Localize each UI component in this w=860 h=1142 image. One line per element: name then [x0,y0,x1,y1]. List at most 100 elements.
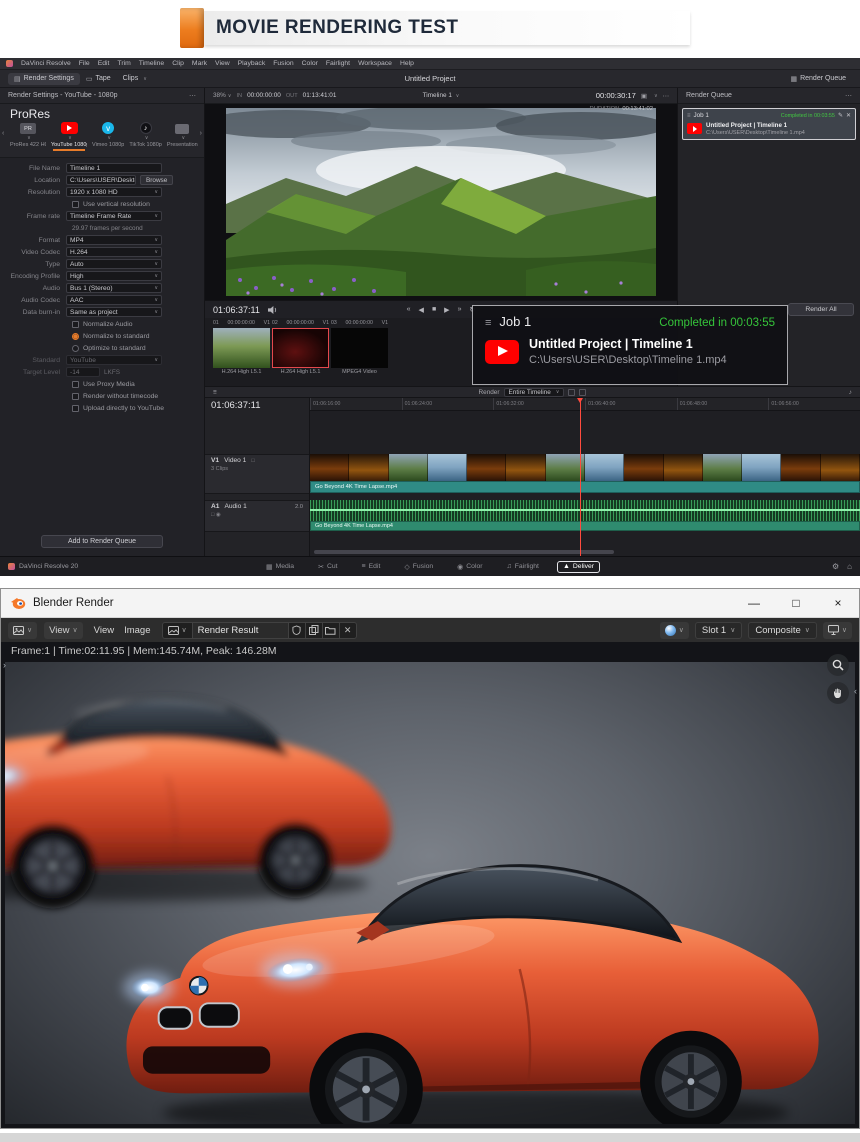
open-image-icon[interactable] [322,623,339,638]
fake-user-icon[interactable] [288,623,305,638]
type-select[interactable]: Auto∨ [66,259,162,269]
render-job-card[interactable]: ≡ Job 1 Completed in 00:03:55 ✎ ✕ Untitl… [682,108,856,140]
preset-tiktok-1080p[interactable]: ♪∨TikTok 1080p [129,122,162,151]
chevron-left-icon[interactable]: ‹ [2,130,4,137]
panel-toggle-left-icon[interactable]: › [3,660,6,670]
browse-image-button[interactable]: ∨ [163,623,192,638]
zoom-tool-icon[interactable] [827,654,849,676]
check-icon[interactable] [72,201,79,208]
lock-icon[interactable]: □ [251,458,254,464]
check-icon[interactable] [72,381,79,388]
menu-item-mark[interactable]: Mark [192,60,207,67]
file-name-input[interactable]: Timeline 1 [66,163,162,173]
menu-item-trim[interactable]: Trim [117,60,130,67]
menu-image[interactable]: Image [120,624,154,637]
mark-out-button[interactable] [579,389,586,396]
use-vertical-resolution-check[interactable]: Use vertical resolution [72,201,150,208]
target-level-input[interactable]: -14 [66,367,100,377]
edit-job-icon[interactable]: ✎ [838,112,843,119]
play-button[interactable]: ▶ [444,306,449,314]
clips-button[interactable]: Clips ∨ [117,73,153,84]
pan-hand-icon[interactable] [827,682,849,704]
menu-item-file[interactable]: File [79,60,90,67]
menu-item-davinci-resolve[interactable]: DaVinci Resolve [21,60,71,67]
video-clip-lane[interactable]: Go Beyond 4K Time Lapse.mp4 [310,454,860,494]
settings-gear-icon[interactable]: ⚙ [832,562,839,571]
browse-button[interactable]: Browse [140,175,173,185]
encoding-profile-select[interactable]: High∨ [66,271,162,281]
render-queue-button[interactable]: ▦ Render Queue [784,73,852,85]
format-select[interactable]: MP4∨ [66,235,162,245]
slot-select[interactable]: Slot 1 ∨ [695,622,742,639]
radio-icon[interactable] [72,333,79,340]
menu-item-help[interactable]: Help [400,60,414,67]
render-range-select[interactable]: Entire Timeline ∨ [504,388,565,397]
audio-select[interactable]: Bus 1 (Stereo)∨ [66,283,162,293]
menu-view[interactable]: View [90,624,118,637]
normalize-audio-check[interactable]: Normalize Audio [72,321,133,328]
mute-icon[interactable]: ◉ [216,512,221,518]
audio-clip-lane[interactable]: Go Beyond 4K Time Lapse.mp4 [310,500,860,532]
standard-select[interactable]: YouTube∨ [66,355,162,365]
render-all-button[interactable]: Render All [788,303,854,316]
nav-item-deliver[interactable]: ▲Deliver [557,561,600,573]
timeline-ruler[interactable]: 01:06:16:0001:06:24:0001:06:32:0001:06:4… [310,398,860,411]
preset-youtube-1080p[interactable]: ∨YouTube 1080p [51,122,87,151]
nav-item-cut[interactable]: ✂Cut [312,561,343,573]
lock-icon[interactable]: □ [211,512,214,518]
home-icon[interactable]: ⌂ [847,562,852,571]
playhead[interactable] [580,398,581,556]
video-clip-name[interactable]: Go Beyond 4K Time Lapse.mp4 [310,481,860,493]
clip-thumbnail-selected[interactable] [272,328,329,368]
audio-clip-name[interactable]: Go Beyond 4K Time Lapse.mp4 [310,521,860,531]
audio-track-header[interactable]: A1 Audio 1 2.0 □ ◉ [205,500,309,532]
add-to-render-queue-button[interactable]: Add to Render Queue [41,535,163,548]
timeline-tracks[interactable]: 01:06:16:0001:06:24:0001:06:32:0001:06:4… [310,398,860,556]
optimize-to-standard-radio[interactable]: Optimize to standard [72,345,146,352]
stop-button[interactable]: ■ [432,306,436,314]
viewer-options-icon[interactable]: ⋯ [663,92,669,100]
menu-item-color[interactable]: Color [302,60,318,67]
location-input[interactable]: C:\Users\USER\Desktop [66,175,136,185]
view-mode-select[interactable]: View ∨ [44,622,83,639]
maximize-button[interactable]: □ [775,589,817,617]
go-end-button[interactable]: » [458,306,462,314]
nav-item-color[interactable]: ◉Color [451,561,488,573]
menu-item-playback[interactable]: Playback [238,60,266,67]
render-settings-button[interactable]: ▤ Render Settings [8,73,80,85]
minimize-button[interactable]: — [733,589,775,617]
blender-titlebar[interactable]: Blender Render — □ × [1,589,859,618]
check-icon[interactable] [72,393,79,400]
editor-type-select[interactable]: ∨ [8,622,37,639]
menu-item-timeline[interactable]: Timeline [139,60,164,67]
render-without-timecode-check[interactable]: Render without timecode [72,393,158,400]
menu-item-view[interactable]: View [215,60,230,67]
nav-item-fairlight[interactable]: ♫Fairlight [501,561,545,573]
delete-job-icon[interactable]: ✕ [846,112,851,119]
display-select[interactable]: ∨ [823,622,852,639]
frame-rate-select[interactable]: Timeline Frame Rate∨ [66,211,162,221]
preset-prores-422-hq[interactable]: PR∨ProRes 422 HQ [10,123,46,151]
resolution-select[interactable]: 1920 x 1080 HD∨ [66,187,162,197]
menu-item-edit[interactable]: Edit [98,60,110,67]
use-proxy-media-check[interactable]: Use Proxy Media [72,381,135,388]
clip-thumbnail[interactable] [331,328,388,368]
nav-item-fusion[interactable]: ◇Fusion [398,561,439,573]
go-start-button[interactable]: « [407,306,411,314]
data-burn-in-select[interactable]: Same as project∨ [66,307,162,317]
step-back-button[interactable]: ◀ [419,306,424,314]
menu-item-fusion[interactable]: Fusion [273,60,293,67]
normalize-to-standard-radio[interactable]: Normalize to standard [72,333,150,340]
wipe-icon[interactable]: ▣ [641,92,647,100]
mark-in-button[interactable] [568,389,575,396]
chevron-right-icon[interactable]: › [200,130,202,137]
image-viewport[interactable]: Frame:1 | Time:02:11.95 | Mem:145.74M, P… [1,642,859,1128]
unlink-icon[interactable]: ✕ [339,623,356,638]
radio-icon[interactable] [72,345,79,352]
timeline-scrollbar[interactable] [314,550,614,554]
nav-item-media[interactable]: ▦Media [260,561,300,573]
preset-presentation[interactable]: ∨Presentation [167,124,198,151]
menu-item-workspace[interactable]: Workspace [358,60,392,67]
render-layer-select[interactable]: Composite ∨ [748,622,817,639]
options-icon[interactable]: ⋯ [189,92,196,100]
